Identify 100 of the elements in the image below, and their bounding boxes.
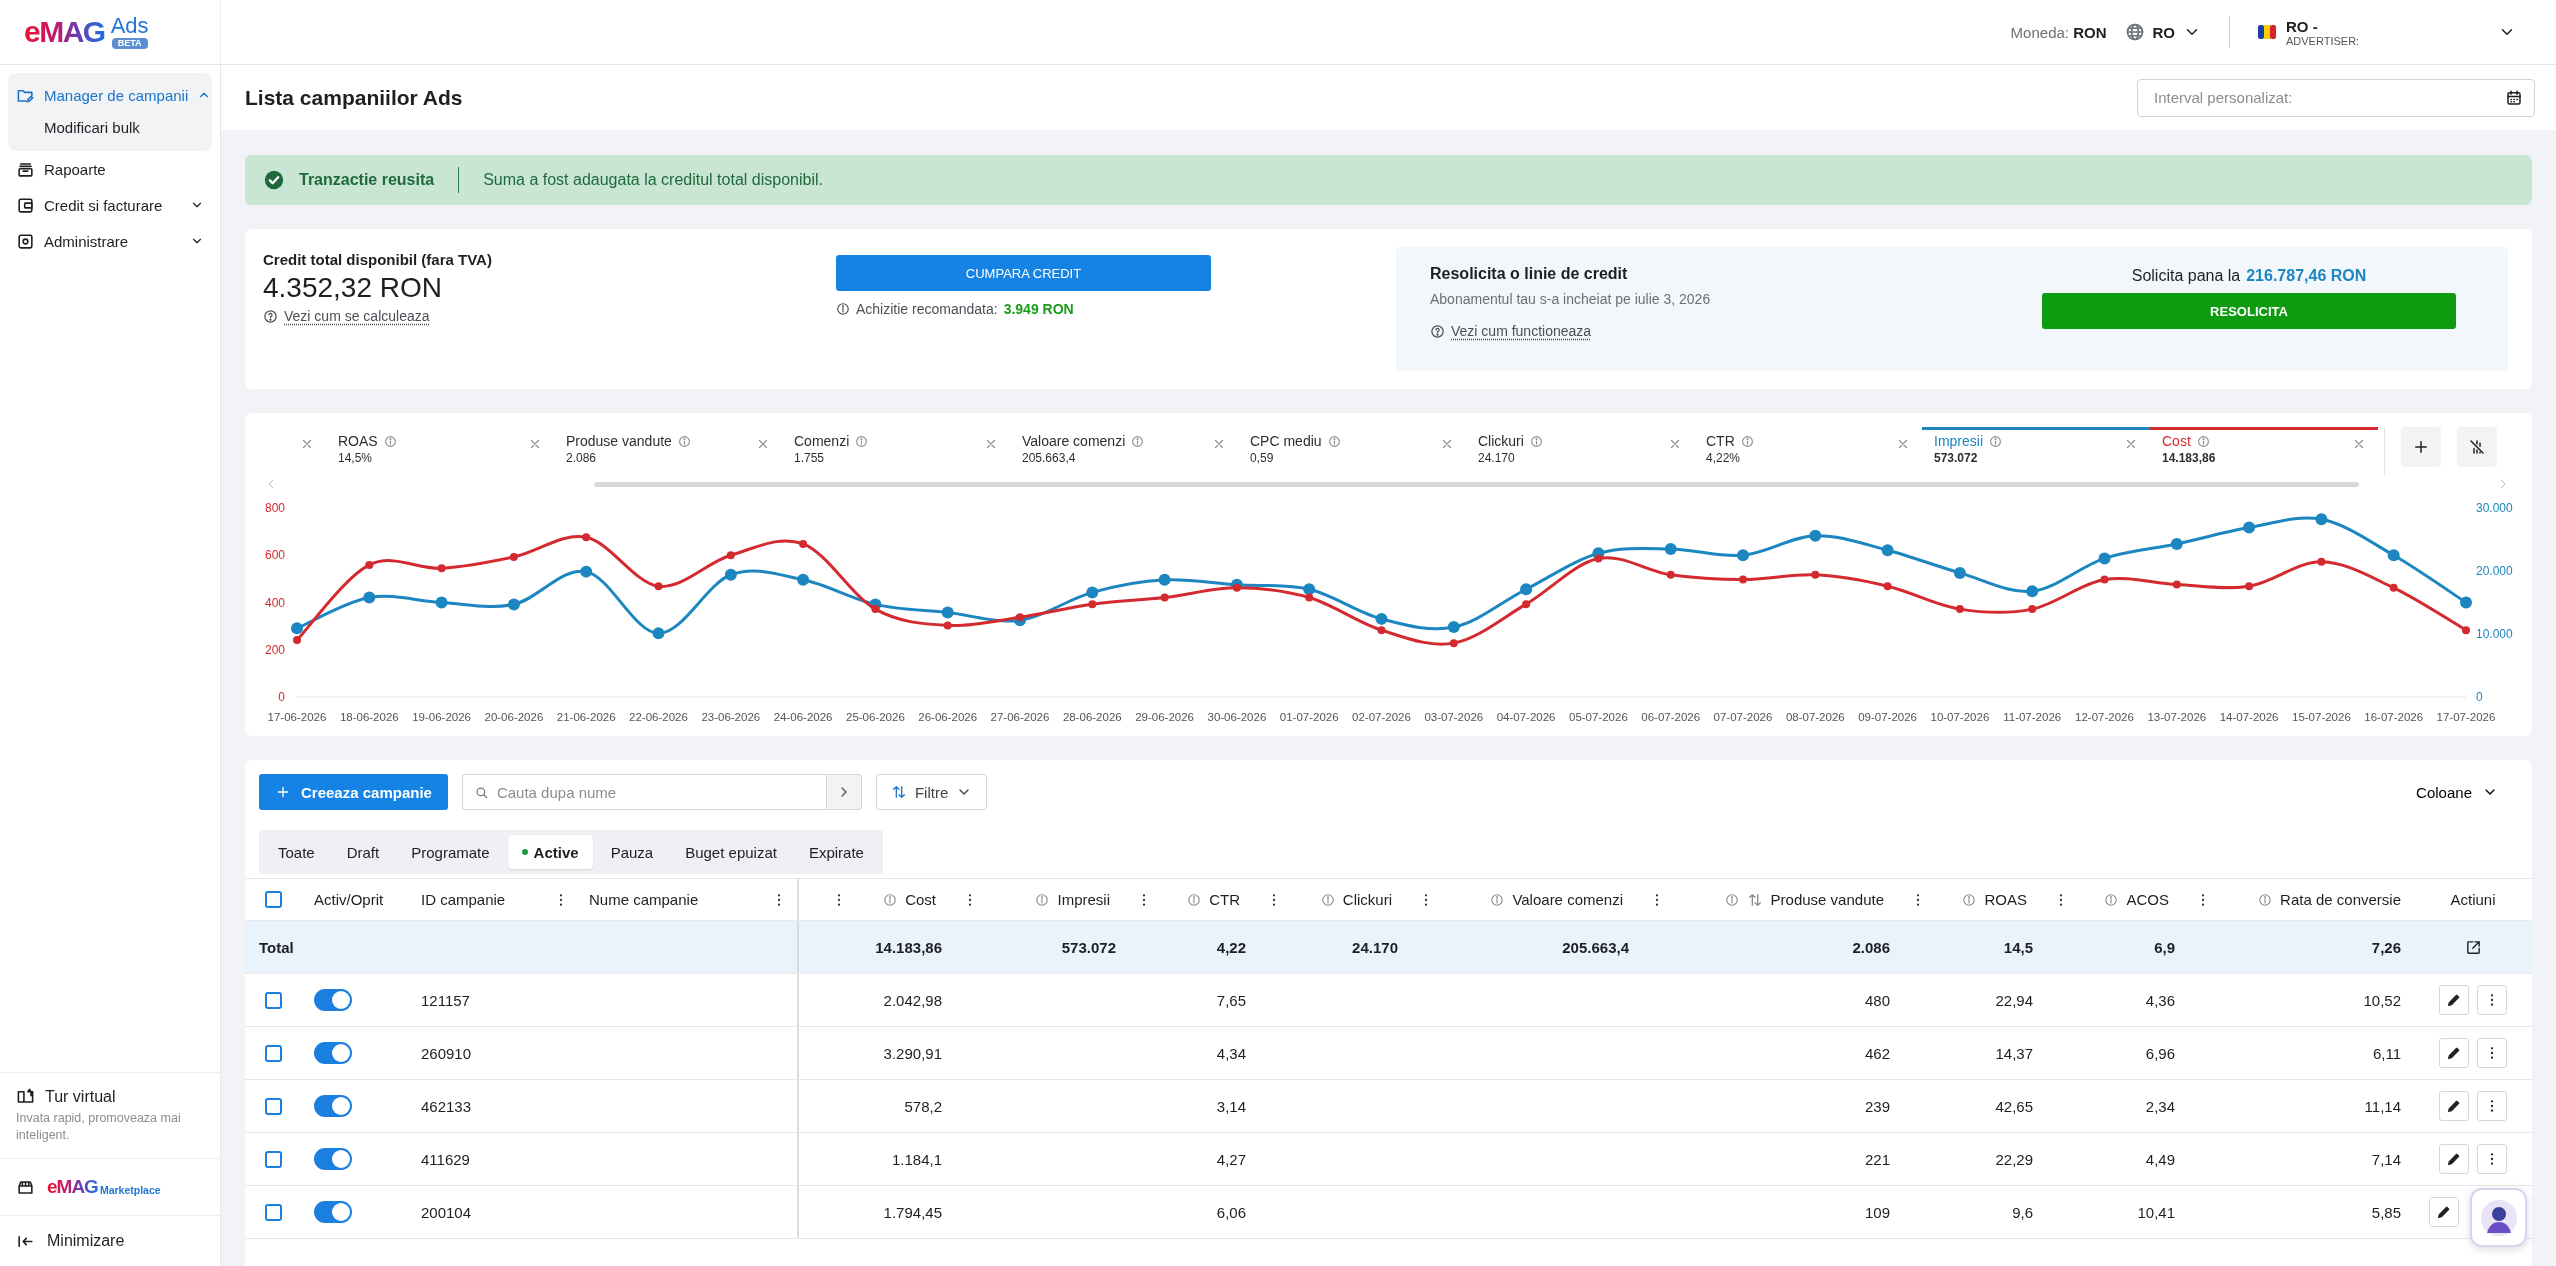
metric-card[interactable]: CTR 4,22% [1694, 427, 1922, 475]
banner-message: Suma a fost adaugata la creditul total disponibil. [483, 171, 823, 189]
date-label: 20-06-2026 [484, 711, 544, 723]
table-cell: 4,34 [1216, 1044, 1246, 1062]
credit-line-text: Abonamentul tau s-a incheiat pe iulie 3, 2026 [1430, 291, 1712, 307]
column-header: Nume campanie [589, 891, 699, 908]
column-header: Actiuni [2450, 891, 2496, 908]
status-tab[interactable]: Buget epuizat [671, 835, 791, 869]
status-tab[interactable]: Active [507, 835, 593, 869]
column-header: ID campanie [421, 891, 506, 908]
account-selector[interactable]: RO - ADVERTISER: [2258, 17, 2516, 47]
metric-card[interactable]: Comenzi 1.755 [782, 427, 1010, 475]
table-cell: 11,14 [2364, 1097, 2401, 1115]
status-tab[interactable]: Draft [332, 835, 394, 869]
date-label: 10-07-2026 [1930, 711, 1990, 723]
column-header[interactable]: Valoare comenzi [1512, 891, 1623, 908]
axis-tick-label: 600 [264, 548, 285, 563]
sidebar-item[interactable]: Administrare [8, 223, 212, 259]
limit-label: Solicita pana la [2131, 267, 2241, 285]
status-tab[interactable]: Expirate [794, 835, 878, 869]
date-label: 22-06-2026 [629, 711, 688, 723]
help-link[interactable]: Vezi cum functioneaza [1451, 323, 1592, 339]
tour-title[interactable]: Tur virtual [45, 1087, 116, 1106]
credit-amount: 4.352,32 RON [263, 272, 443, 304]
metric-card[interactable]: CPC mediu 0,59 [1238, 427, 1466, 475]
column-header[interactable]: CTR [1209, 891, 1240, 908]
table-cell: 462133 [421, 1097, 472, 1115]
date-label: 08-07-2026 [1785, 711, 1845, 723]
column-header[interactable]: ROAS [1984, 891, 2027, 908]
table-cell: 4,27 [1216, 1150, 1246, 1168]
banner-title: Tranzactie reusita [299, 171, 435, 189]
status-tab[interactable]: Programate [397, 835, 504, 869]
table-cell: 14,37 [1995, 1044, 2033, 1062]
axis-tick-label: 400 [264, 595, 285, 610]
status-tab[interactable]: Pauza [596, 835, 668, 869]
language-selector[interactable]: RO [2124, 22, 2201, 42]
column-header[interactable]: Cost [905, 891, 936, 908]
table-cell: 4,49 [2145, 1150, 2175, 1168]
credit-line-title: Resolicita o linie de credit [1430, 265, 1629, 283]
sidebar-item[interactable]: Manager de campanii [8, 77, 212, 113]
currency-label: Moneda: [2010, 23, 2069, 41]
columns-button[interactable]: Coloane [2410, 782, 2518, 802]
column-header[interactable]: Clickuri [1342, 891, 1392, 908]
create-campaign-button[interactable]: Creeaza campanie [259, 774, 448, 810]
reapply-button[interactable]: RESOLICITA [2042, 293, 2456, 329]
table-cell: 5,85 [2371, 1203, 2401, 1221]
metric-card[interactable]: Clickuri 24.170 [1466, 427, 1694, 475]
marketplace-logo-text[interactable]: Marketplace [99, 1183, 161, 1196]
minimize-button[interactable]: Minimizare [0, 1215, 220, 1266]
date-label: 30-06-2026 [1207, 711, 1267, 723]
table-cell: 221 [1864, 1150, 1890, 1168]
table-cell: 1.794,45 [883, 1203, 942, 1221]
table-cell: 9,6 [2012, 1203, 2033, 1221]
axis-tick-label: 0 [2476, 690, 2483, 704]
sidebar-subitem[interactable]: Modificari bulk [8, 113, 212, 141]
table-cell: 6,96 [2145, 1044, 2175, 1062]
filters-button[interactable]: Filtre [875, 774, 988, 810]
metric-card[interactable]: Impresii 573.072 [1922, 427, 2150, 475]
metric-card[interactable]: ROAS 14,5% [326, 427, 554, 475]
column-header[interactable]: Rata de conversie [2280, 891, 2401, 908]
table-cell: 42,65 [1995, 1097, 2033, 1115]
date-range-field[interactable]: Interval personalizat: [2137, 78, 2535, 117]
search-field[interactable]: Cauta dupa nume [461, 774, 826, 810]
axis-tick-label: 800 [264, 501, 285, 515]
date-label: 17-06-2026 [267, 711, 327, 723]
table-cell: 7,65 [1216, 991, 1246, 1009]
metric-card[interactable]: Cost 14.183,86 [2150, 427, 2378, 475]
column-header[interactable]: Produse vandute [1770, 891, 1884, 908]
table-cell: 260910 [421, 1044, 472, 1062]
metric-card[interactable]: Valoare comenzi 205.663,4 [1010, 427, 1238, 475]
table-cell: 2,34 [2145, 1097, 2175, 1115]
date-label: 19-06-2026 [412, 711, 471, 723]
sidebar-item[interactable]: Rapoarte [8, 151, 212, 187]
table-cell: 10,52 [2363, 991, 2401, 1009]
logo-product[interactable]: Ads [110, 15, 149, 37]
axis-tick-label: 30.000 [2476, 501, 2513, 515]
metric-card[interactable]: Produse vandute 2.086 [554, 427, 782, 475]
date-label: 23-06-2026 [701, 711, 761, 723]
table-cell: 7,14 [2371, 1150, 2401, 1168]
table-cell: 411629 [421, 1150, 470, 1168]
axis-tick-label: 0 [278, 690, 285, 704]
column-header[interactable]: Impresii [1057, 891, 1110, 908]
status-tab[interactable]: Toate [264, 835, 329, 869]
help-link[interactable]: Vezi cum se calculeaza [284, 308, 430, 324]
table-cell: 3.290,91 [883, 1044, 942, 1062]
recommended-amount: 3.949 RON [1003, 301, 1074, 317]
recommended-label: Achizitie recomandata: [856, 301, 998, 317]
table-cell: 2.086 [1852, 938, 1890, 956]
date-label: 04-07-2026 [1496, 711, 1556, 723]
column-header[interactable]: ACOS [2126, 891, 2169, 908]
date-label: 17-07-2026 [2436, 711, 2496, 723]
table-cell: 6,11 [2372, 1044, 2401, 1062]
date-label: 24-06-2026 [773, 711, 833, 723]
table-cell: 573.072 [1061, 938, 1116, 956]
sidebar-item[interactable]: Credit si facturare [8, 187, 212, 223]
buy-credit-button[interactable]: CUMPARA CREDIT [836, 255, 1211, 291]
axis-tick-label: 200 [264, 642, 285, 657]
table-cell: 2.042,98 [883, 991, 942, 1009]
date-label: 01-07-2026 [1279, 711, 1339, 723]
table-cell: 4,36 [2145, 991, 2175, 1009]
